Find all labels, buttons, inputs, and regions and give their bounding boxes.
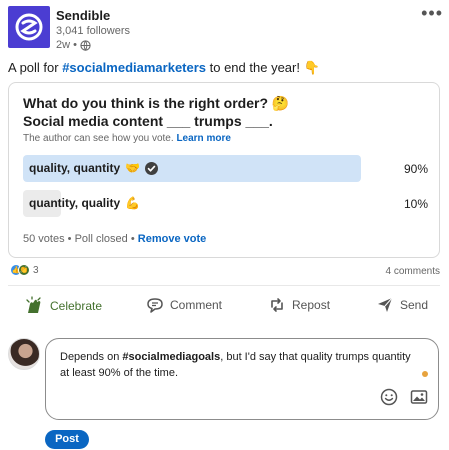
learn-more-link[interactable]: Learn more: [176, 133, 230, 144]
comment-count-link[interactable]: 4 comments: [386, 266, 440, 277]
company-logo[interactable]: [8, 6, 50, 48]
poll-option-label: quantity, quality: [29, 196, 121, 210]
more-options-icon[interactable]: •••: [421, 4, 443, 22]
post-meta: 2w •: [56, 39, 91, 51]
sendible-logo-icon: [15, 13, 43, 41]
follower-count: 3,041 followers: [56, 25, 130, 37]
poll-option-percent: 90%: [403, 162, 428, 176]
globe-icon: [80, 39, 91, 51]
poll-footer-separator: •: [67, 233, 72, 245]
post-header: Sendible 3,041 followers 2w • •••: [8, 4, 443, 52]
comment-text-before: Depends on: [60, 351, 123, 363]
divider: [8, 285, 440, 286]
poll-note-text: The author can see how you vote.: [23, 133, 174, 144]
poll-status: Poll closed: [74, 233, 128, 245]
repost-label: Repost: [292, 298, 331, 312]
reaction-count: 3: [33, 264, 39, 276]
comment-icon: [147, 298, 163, 313]
poll-vote-count: 50 votes: [23, 233, 65, 245]
send-icon: [378, 297, 393, 312]
repost-icon: [271, 298, 283, 312]
post-time: 2w: [56, 39, 71, 51]
comment-label: Comment: [170, 298, 223, 312]
handshake-emoji-icon: 🤝: [125, 161, 141, 175]
poll-card: What do you think is the right order? 🤔 …: [8, 82, 440, 258]
author-name[interactable]: Sendible: [56, 8, 110, 23]
post-comment-button[interactable]: Post: [45, 430, 89, 449]
action-bar: Celebrate Comment Repost Send: [8, 292, 440, 322]
checkmark-icon: [145, 161, 159, 175]
celebrate-icon: [26, 296, 41, 313]
poll-footer: 50 votes • Poll closed • Remove vote: [23, 233, 206, 245]
meta-separator: •: [73, 39, 77, 51]
poll-option-label-wrap: quantity, quality 💪: [29, 196, 140, 210]
post-hashtag[interactable]: #socialmediamarketers: [62, 60, 206, 75]
post-text-before: A poll for: [8, 60, 63, 75]
comment-text[interactable]: Depends on #socialmediagoals, but I'd sa…: [60, 349, 420, 381]
poll-option[interactable]: quantity, quality 💪 10%: [23, 190, 428, 217]
poll-question-line2: Social media content ___ trumps ___.: [23, 113, 273, 129]
comment-input[interactable]: Depends on #socialmediagoals, but I'd sa…: [45, 338, 439, 420]
repost-button[interactable]: Repost: [268, 296, 330, 314]
flexed-biceps-emoji-icon: 💪: [125, 196, 141, 210]
poll-option-percent: 10%: [403, 197, 428, 211]
smiley-icon: [380, 388, 398, 406]
celebrate-button[interactable]: Celebrate: [24, 296, 102, 316]
status-dot: [422, 371, 428, 377]
celebrate-reaction-icon: 👏: [18, 264, 30, 276]
send-button[interactable]: Send: [376, 296, 428, 314]
poll-option-label: quality, quantity: [29, 161, 121, 175]
remove-vote-link[interactable]: Remove vote: [138, 233, 206, 245]
poll-question-line1: What do you think is the right order? 🤔: [23, 95, 290, 111]
user-avatar: [8, 338, 40, 370]
poll-option[interactable]: quality, quantity 🤝 90%: [23, 155, 428, 182]
add-image-button[interactable]: [410, 388, 428, 411]
point-down-emoji-icon: 👇: [303, 60, 320, 75]
poll-footer-separator: •: [130, 233, 135, 245]
social-counts: 👍 👏 3 4 comments: [8, 264, 440, 280]
send-label: Send: [400, 298, 429, 312]
celebrate-label: Celebrate: [50, 299, 103, 313]
poll-visibility-note: The author can see how you vote. Learn m…: [23, 133, 231, 144]
image-icon: [410, 390, 428, 404]
poll-question: What do you think is the right order? 🤔 …: [23, 94, 423, 130]
post-text-after: to end the year!: [206, 60, 304, 75]
poll-option-label-wrap: quality, quantity 🤝: [29, 161, 159, 175]
emoji-button[interactable]: [380, 388, 398, 411]
comment-button[interactable]: Comment: [146, 296, 222, 314]
reactions-summary[interactable]: 👍 👏 3: [10, 264, 39, 276]
comment-hashtag: #socialmediagoals: [122, 351, 221, 363]
post-text: A poll for #socialmediamarketers to end …: [8, 60, 320, 76]
